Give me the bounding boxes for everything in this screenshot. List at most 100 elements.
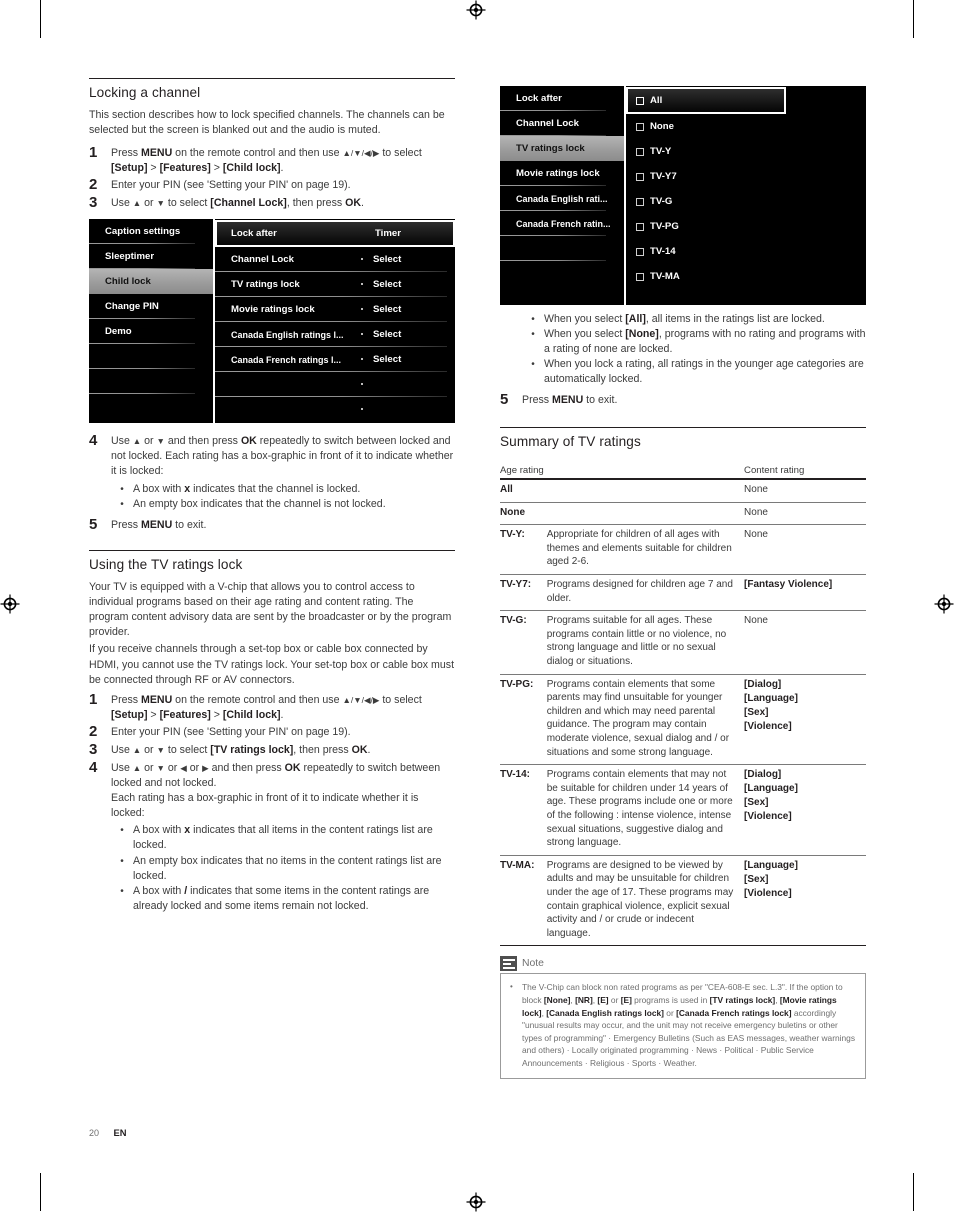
bullet-item: • When you lock a rating, all ratings in… (522, 357, 866, 387)
osd-menu-label: Movie ratings lock (516, 168, 600, 179)
osd-rating-item[interactable]: TV-MA (626, 264, 866, 289)
osd-menu-item[interactable] (89, 369, 213, 394)
section-heading: Using the TV ratings lock (89, 557, 243, 573)
step-number: 1 (89, 690, 98, 708)
osd-submenu-label: Canada French ratings l... (231, 354, 342, 365)
step-text: Use ▲ or ▼ or ◀ or ▶ and then press OK r… (111, 761, 441, 790)
osd-menu-item[interactable]: Canada French ratin... (500, 211, 624, 236)
rating-description: Programs contain elements that may not b… (546, 764, 745, 856)
osd-submenu-value: Select (373, 329, 402, 340)
bullet-item: • A box with / indicates that some items… (111, 884, 455, 914)
rating-content: None (744, 610, 866, 675)
step-number: 3 (89, 194, 98, 211)
osd-submenu-label: Channel Lock (231, 254, 294, 265)
osd-rating-item[interactable]: TV-Y7 (626, 164, 866, 189)
checkbox-icon[interactable] (636, 247, 644, 256)
bullet-item: • An empty box indicates that no items i… (111, 854, 455, 884)
osd-menu-item[interactable] (500, 236, 624, 261)
manual-page: Locking a channel This section describes… (0, 0, 954, 1212)
step-text: Enter your PIN (see 'Setting your PIN' o… (111, 725, 351, 738)
step-number: 2 (89, 722, 98, 740)
osd-submenu-item-focused[interactable]: Lock after Timer (215, 220, 455, 247)
osd-menu-item-selected[interactable]: TV ratings lock (500, 136, 624, 161)
osd-submenu-label: Lock after (231, 228, 277, 239)
osd-submenu-item[interactable] (215, 397, 455, 422)
rating-content: None (744, 524, 866, 576)
osd-submenu-item[interactable]: Canada English ratings l... Select (215, 322, 455, 347)
osd-menu-item[interactable]: Movie ratings lock (500, 161, 624, 186)
step-item: 1 Press MENU on the remote control and t… (89, 144, 455, 176)
osd-rating-item[interactable]: TV-G (626, 189, 866, 214)
table-row: TV-Y7: Programs designed for children ag… (500, 574, 866, 612)
bullet-item: • A box with x indicates that the channe… (111, 482, 455, 497)
osd-menu-item[interactable]: Lock after (500, 86, 624, 111)
bullet-dot: • (120, 499, 124, 511)
step-number: 4 (89, 758, 98, 776)
checkbox-icon[interactable] (636, 172, 644, 181)
osd-rating-label: None (650, 121, 674, 132)
section-heading: Summary of TV ratings (500, 434, 641, 450)
step-number: 3 (89, 740, 98, 758)
osd-submenu-value: Timer (375, 228, 401, 239)
step-text: Use ▲ or ▼ and then press OK repeatedly … (111, 435, 454, 478)
osd-rating-item[interactable]: TV-PG (626, 214, 866, 239)
registration-mark-right (934, 594, 954, 614)
osd-menu-label: Canada English rati... (516, 193, 608, 204)
step-item: 5 Press MENU to exit. (89, 516, 455, 534)
page-footer: 20 EN (89, 1127, 127, 1138)
osd-rating-label: All (650, 95, 663, 106)
osd-dot-marker (361, 383, 363, 385)
osd-submenu-item[interactable]: Channel Lock Select (215, 247, 455, 272)
left-column: Locking a channel This section describes… (89, 78, 455, 914)
rating-content: [Language] [Sex] [Violence] (744, 855, 866, 947)
osd-menu-item[interactable] (89, 344, 213, 369)
osd-submenu-item[interactable]: TV ratings lock Select (215, 272, 455, 297)
osd-rating-item-focused[interactable]: All (626, 87, 786, 114)
crop-mark-top-right (913, 0, 914, 38)
bullet-item: • An empty box indicates that the channe… (111, 497, 455, 512)
osd-submenu-item[interactable]: Canada French ratings l... Select (215, 347, 455, 372)
osd-rating-item[interactable]: None (626, 114, 866, 139)
content-tag: [Violence] (744, 811, 792, 823)
checkbox-icon[interactable] (636, 147, 644, 156)
osd-menu-item[interactable]: Channel Lock (500, 111, 624, 136)
note-bullet-dot: • (510, 982, 513, 992)
content-tag: [Sex] (744, 706, 769, 718)
crop-mark-bottom-left (40, 1173, 41, 1211)
checkbox-icon[interactable] (636, 197, 644, 206)
checkbox-icon[interactable] (636, 222, 644, 231)
osd-menu-item[interactable]: Demo (89, 319, 213, 344)
note-box: • The V-Chip can block non rated program… (500, 973, 866, 1080)
step-text: Press MENU to exit. (522, 394, 618, 407)
bullet-dot: • (120, 825, 124, 837)
osd-menu-item[interactable]: Sleeptimer (89, 244, 213, 269)
content-tag: [Sex] (744, 797, 769, 809)
checkbox-icon[interactable] (636, 96, 644, 105)
rating-label: TV-Y: (500, 524, 547, 576)
rating-content: [Dialog] [Language] [Sex] [Violence] (744, 764, 866, 856)
osd-menu-item[interactable]: Caption settings (89, 219, 213, 244)
bullet-text: A box with x indicates that the channel … (133, 483, 361, 496)
page-language: EN (113, 1127, 127, 1138)
page-title: Locking a channel (89, 85, 201, 100)
osd-submenu-item[interactable]: Movie ratings lock Select (215, 297, 455, 322)
osd-right-pane: Lock after Timer Channel Lock Select TV … (215, 219, 455, 423)
section2-sub-para: Each rating has a box-graphic in front o… (111, 792, 419, 820)
osd-submenu-value: Select (373, 304, 402, 315)
osd-left-pane: Caption settings Sleeptimer Child lock C… (89, 219, 213, 423)
osd-rating-item[interactable]: TV-14 (626, 239, 866, 264)
section-rule (500, 427, 866, 429)
osd-menu-item-selected[interactable]: Child lock (89, 269, 213, 294)
osd-menu-item[interactable]: Canada English rati... (500, 186, 624, 211)
table-row: TV-G: Programs suitable for all ages. Th… (500, 610, 866, 675)
registration-mark-top (466, 0, 486, 20)
content-tag: [Language] (744, 859, 798, 871)
rating-description: Programs contain elements that some pare… (546, 674, 745, 766)
content-tag: None (744, 529, 768, 541)
checkbox-icon[interactable] (636, 272, 644, 281)
bullet-dot: • (120, 885, 124, 897)
osd-menu-item[interactable]: Change PIN (89, 294, 213, 319)
checkbox-icon[interactable] (636, 122, 644, 131)
osd-submenu-item[interactable] (215, 372, 455, 397)
osd-rating-item[interactable]: TV-Y (626, 139, 866, 164)
